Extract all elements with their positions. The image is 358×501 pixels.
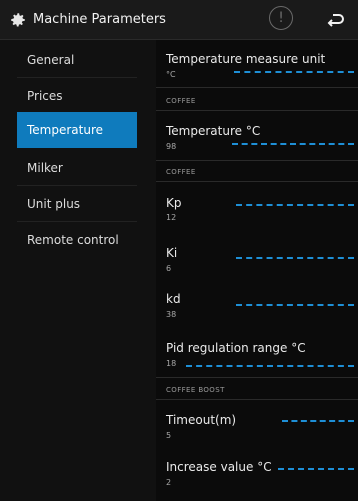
unit-value: °C (166, 70, 176, 79)
ki-label: Ki (166, 246, 178, 260)
kd-field[interactable] (236, 304, 354, 306)
gear-icon (11, 13, 25, 27)
parameters-panel: Temperature measure unit °C COFFEE Tempe… (156, 40, 358, 501)
temperature-value: 98 (166, 142, 177, 151)
unit-field[interactable] (234, 71, 354, 73)
title-bar: Machine Parameters ! (0, 0, 358, 40)
sidebar: General Prices Temperature Milker Unit p… (0, 40, 156, 501)
timeout-value: 5 (166, 431, 172, 440)
sidebar-item-temperature[interactable]: Temperature (17, 112, 137, 148)
increase-label: Increase value °C (166, 460, 272, 474)
unit-label: Temperature measure unit (166, 52, 326, 66)
pid-range-label: Pid regulation range °C (166, 341, 306, 355)
kp-label: Kp (166, 196, 182, 210)
section-coffee-2: COFFEE (166, 168, 196, 176)
sidebar-item-unit-plus[interactable]: Unit plus (17, 186, 137, 222)
kd-value: 38 (166, 310, 177, 319)
timeout-field[interactable] (282, 420, 354, 422)
section-coffee: COFFEE (166, 97, 196, 105)
timeout-label: Timeout(m) (166, 413, 237, 427)
section-coffee-boost: COFFEE BOOST (166, 386, 225, 394)
temperature-label: Temperature °C (166, 124, 261, 138)
divider (156, 377, 358, 378)
temperature-field[interactable] (232, 143, 354, 145)
divider (156, 399, 358, 400)
increase-field[interactable] (278, 468, 354, 470)
ki-field[interactable] (236, 257, 354, 259)
divider (156, 87, 358, 88)
divider (156, 160, 358, 161)
pid-range-field[interactable] (186, 365, 354, 367)
sidebar-item-prices[interactable]: Prices (17, 78, 137, 114)
sidebar-item-milker[interactable]: Milker (17, 150, 137, 186)
ki-value: 6 (166, 264, 172, 273)
page-title: Machine Parameters (33, 12, 166, 27)
back-arrow-icon[interactable] (327, 12, 345, 28)
alert-icon[interactable]: ! (269, 6, 293, 30)
divider (156, 110, 358, 111)
divider (156, 181, 358, 182)
increase-value: 2 (166, 478, 172, 487)
kp-field[interactable] (236, 204, 354, 206)
kd-label: kd (166, 292, 181, 306)
pid-range-value: 18 (166, 359, 177, 368)
sidebar-item-general[interactable]: General (17, 42, 137, 78)
sidebar-item-remote-control[interactable]: Remote control (17, 222, 137, 258)
kp-value: 12 (166, 213, 177, 222)
